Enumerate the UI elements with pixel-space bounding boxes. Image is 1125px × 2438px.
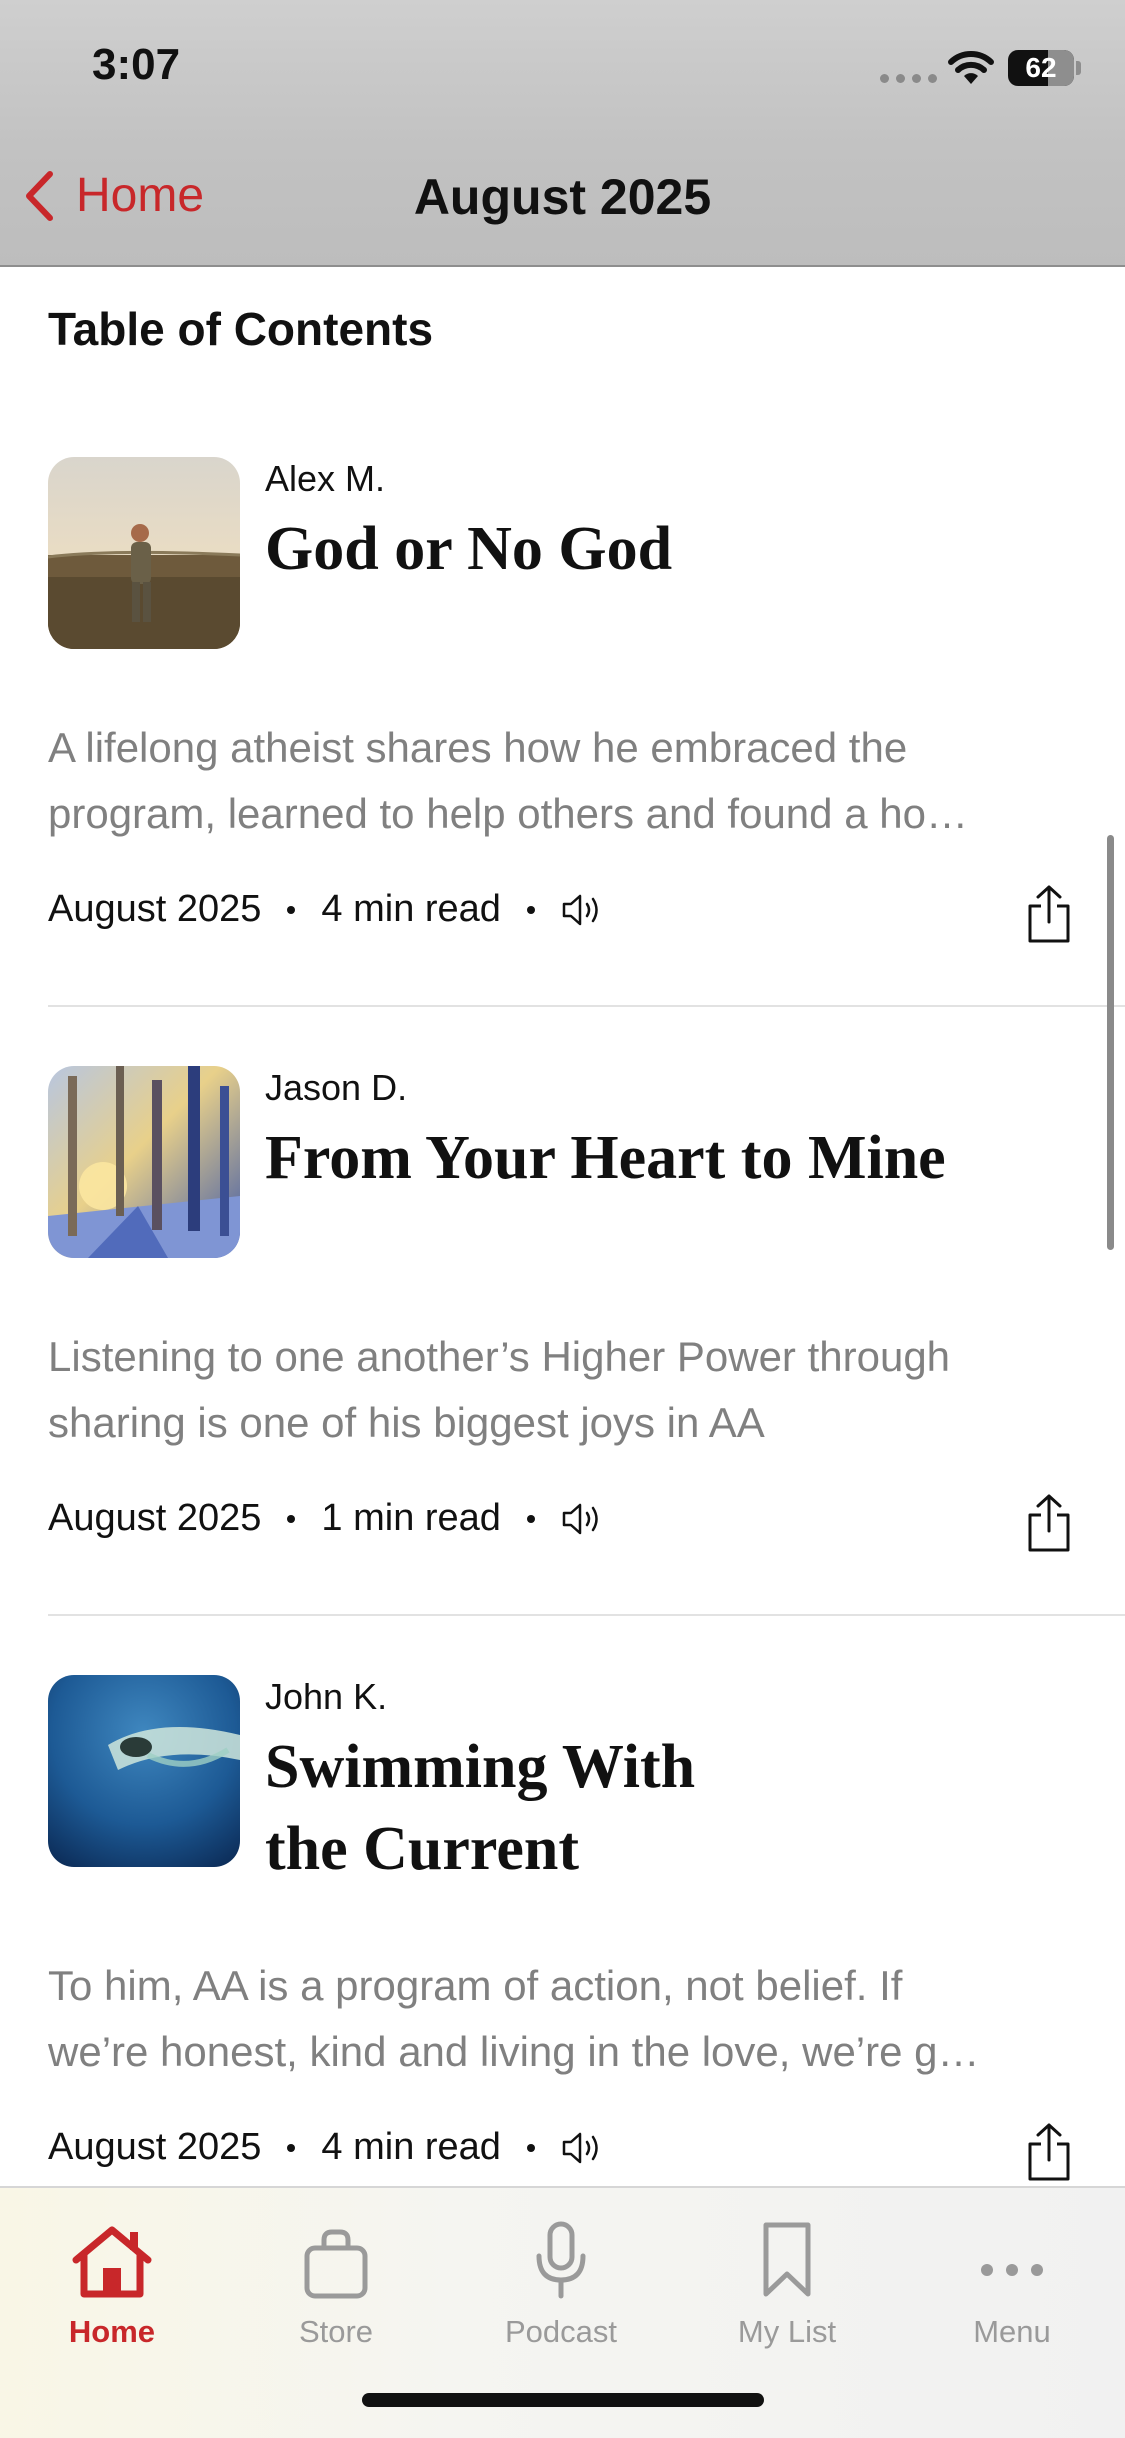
article-meta: August 2025 1 min read (48, 1497, 607, 1540)
separator-dot (287, 2143, 296, 2152)
battery-icon: 62 (1008, 50, 1074, 86)
tab-label: Menu (973, 2314, 1051, 2349)
article-date: August 2025 (48, 1497, 262, 1539)
section-title: Table of Contents (48, 303, 434, 355)
tab-label: Podcast (504, 2314, 617, 2349)
article-date: August 2025 (48, 2126, 262, 2168)
home-indicator (362, 2393, 764, 2407)
article-author: Jason D. (265, 1067, 408, 1108)
read-time: 1 min read (321, 1497, 501, 1539)
bookmark-icon (763, 2222, 811, 2297)
read-time: 4 min read (321, 2126, 501, 2168)
tab-podcast[interactable]: Podcast (471, 2210, 651, 2350)
divider (48, 1614, 1125, 1616)
more-dots-icon (981, 2264, 1043, 2276)
article-author: Alex M. (265, 458, 386, 499)
article-author: John K. (265, 1676, 388, 1717)
tab-label: Store (298, 2314, 374, 2349)
status-time: 3:07 (92, 40, 181, 89)
separator-dot (526, 905, 535, 914)
article-title[interactable]: From Your Heart to Mine (265, 1117, 1085, 1199)
tab-label: Home (68, 2314, 156, 2349)
tab-label: My List (737, 2314, 837, 2349)
summary-line: sharing is one of his biggest joys in AA (48, 1399, 765, 1446)
cellular-signal-icon (880, 74, 937, 83)
read-time: 4 min read (321, 888, 501, 930)
article-summary: A lifelong atheist shares how he embrace… (48, 715, 1078, 847)
tab-store[interactable]: Store (246, 2210, 426, 2350)
audio-icon[interactable] (561, 2131, 607, 2165)
summary-line: Listening to one another’s Higher Power … (48, 1333, 951, 1380)
article-thumbnail (48, 457, 240, 649)
audio-icon[interactable] (561, 1502, 607, 1536)
page-title: August 2025 (413, 169, 712, 225)
share-icon[interactable] (1024, 2122, 1074, 2182)
tab-my-list[interactable]: My List (697, 2210, 877, 2350)
tab-home[interactable]: Home (22, 2210, 202, 2350)
microphone-icon (536, 2221, 586, 2299)
separator-dot (526, 2143, 535, 2152)
article-title-line: God or No God (265, 515, 673, 583)
tab-menu[interactable]: Menu (922, 2210, 1102, 2350)
summary-line: A lifelong atheist shares how he embrace… (48, 724, 908, 771)
article-summary: To him, AA is a program of action, not b… (48, 1953, 1078, 2085)
battery-nub (1076, 61, 1081, 75)
share-icon[interactable] (1024, 1493, 1074, 1553)
separator-dot (287, 905, 296, 914)
article-date: August 2025 (48, 888, 262, 930)
article-title[interactable]: Swimming With the Current (265, 1726, 1085, 1890)
share-icon[interactable] (1024, 884, 1074, 944)
article-title[interactable]: God or No God (265, 508, 1085, 590)
shopping-bag-icon (304, 2229, 368, 2299)
scrollbar[interactable] (1107, 835, 1114, 1250)
article-title-line: Swimming With (265, 1733, 696, 1801)
article-meta: August 2025 4 min read (48, 888, 607, 931)
summary-line: we’re honest, kind and living in the lov… (48, 2028, 980, 2075)
wifi-icon (948, 51, 994, 84)
article-title-line: the Current (265, 1815, 579, 1883)
battery-level: 62 (1025, 52, 1057, 83)
article-summary: Listening to one another’s Higher Power … (48, 1324, 1078, 1456)
audio-icon[interactable] (561, 893, 607, 927)
article-title-line: From Your Heart to Mine (265, 1124, 946, 1192)
summary-line: program, learned to help others and foun… (48, 790, 968, 837)
article-thumbnail (48, 1066, 240, 1258)
article-thumbnail (48, 1675, 240, 1867)
summary-line: To him, AA is a program of action, not b… (48, 1962, 903, 2009)
article-meta: August 2025 4 min read (48, 2126, 607, 2169)
divider (48, 1005, 1125, 1007)
separator-dot (287, 1514, 296, 1523)
house-icon (72, 2226, 152, 2298)
separator-dot (526, 1514, 535, 1523)
top-bar: 3:07 62 Home August 2025 (0, 0, 1125, 267)
